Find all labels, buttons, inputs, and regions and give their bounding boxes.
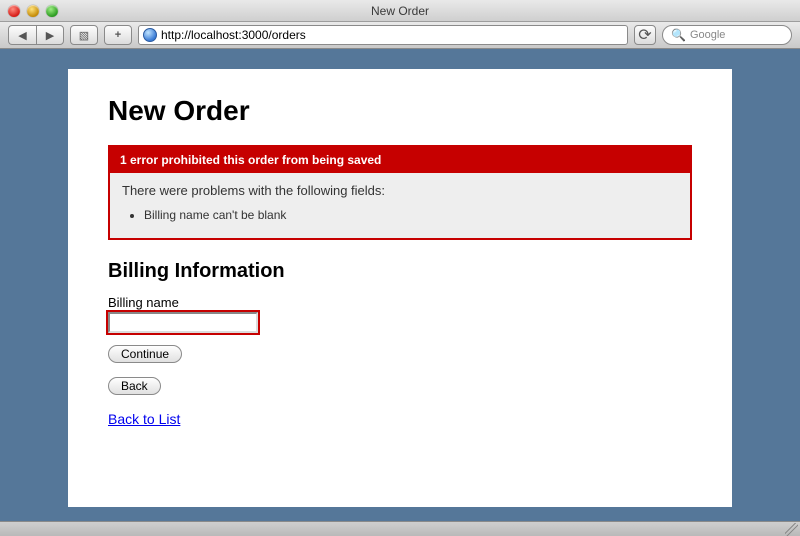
billing-name-input[interactable]	[108, 312, 258, 333]
reload-icon: ⟳	[638, 25, 651, 45]
reload-button[interactable]: ⟳	[634, 25, 656, 45]
window-titlebar: New Order	[0, 0, 800, 22]
error-list: Billing name can't be blank	[144, 206, 678, 224]
window-title: New Order	[0, 4, 800, 18]
nav-button-group: ◀ ▶	[8, 25, 64, 45]
minimize-window-button[interactable]	[27, 5, 39, 17]
triangle-left-icon: ◀	[18, 29, 26, 42]
site-favicon-icon	[143, 28, 157, 42]
resize-handle-icon[interactable]	[785, 523, 798, 536]
address-bar[interactable]: http://localhost:3000/orders	[138, 25, 628, 45]
page-title: New Order	[108, 95, 692, 127]
back-to-list-link[interactable]: Back to List	[108, 411, 180, 427]
continue-button[interactable]: Continue	[108, 345, 182, 363]
zoom-window-button[interactable]	[46, 5, 58, 17]
window-statusbar	[0, 521, 800, 536]
address-url: http://localhost:3000/orders	[161, 28, 306, 42]
triangle-right-icon: ▶	[46, 29, 54, 42]
back-nav-button[interactable]: ◀	[8, 25, 36, 45]
forward-nav-button[interactable]: ▶	[36, 25, 64, 45]
back-button[interactable]: Back	[108, 377, 161, 395]
error-intro: There were problems with the following f…	[122, 183, 678, 198]
search-icon: 🔍	[671, 28, 686, 42]
page-menu-button[interactable]: ▧	[70, 25, 98, 45]
error-header: 1 error prohibited this order from being…	[110, 147, 690, 173]
browser-toolbar: ◀ ▶ ▧ + http://localhost:3000/orders ⟳ 🔍…	[0, 22, 800, 49]
close-window-button[interactable]	[8, 5, 20, 17]
plus-icon: +	[115, 29, 121, 41]
error-explanation: 1 error prohibited this order from being…	[108, 145, 692, 240]
billing-name-label: Billing name	[108, 295, 692, 310]
search-field[interactable]: 🔍 Google	[662, 25, 792, 45]
search-placeholder: Google	[690, 29, 725, 41]
error-list-item: Billing name can't be blank	[144, 206, 678, 224]
add-bookmark-button[interactable]: +	[104, 25, 132, 45]
section-heading: Billing Information	[108, 260, 692, 283]
page-menu-icon: ▧	[79, 29, 89, 42]
page-content: New Order 1 error prohibited this order …	[68, 69, 732, 507]
browser-viewport: New Order 1 error prohibited this order …	[0, 49, 800, 521]
error-body: There were problems with the following f…	[110, 173, 690, 238]
